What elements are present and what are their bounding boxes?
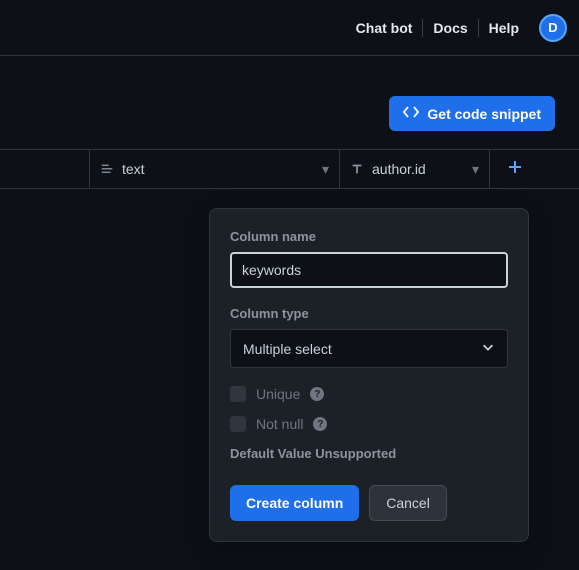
notnull-label: Not null bbox=[256, 416, 303, 432]
column-type-select[interactable]: Multiple select bbox=[230, 329, 508, 368]
column-name-input[interactable] bbox=[230, 252, 508, 288]
chevron-down-icon: ▾ bbox=[472, 161, 479, 178]
add-column-button[interactable] bbox=[489, 150, 539, 188]
toolbar: Get code snippet bbox=[0, 56, 579, 149]
cancel-button[interactable]: Cancel bbox=[369, 485, 447, 521]
chevron-down-icon bbox=[481, 340, 495, 357]
column-header-blank[interactable] bbox=[0, 150, 89, 188]
plus-icon bbox=[507, 159, 523, 180]
notnull-checkbox[interactable] bbox=[230, 416, 246, 432]
create-column-popover: Column name Column type Multiple select … bbox=[209, 208, 529, 542]
unique-checkbox[interactable] bbox=[230, 386, 246, 402]
column-header-text[interactable]: text ▾ bbox=[89, 150, 339, 188]
nav-help[interactable]: Help bbox=[479, 18, 529, 38]
text-type-icon bbox=[350, 162, 364, 176]
avatar[interactable]: D bbox=[539, 14, 567, 42]
column-name-label: Column name bbox=[230, 229, 508, 244]
help-icon[interactable]: ? bbox=[310, 387, 324, 401]
column-type-value: Multiple select bbox=[243, 341, 332, 357]
create-column-button[interactable]: Create column bbox=[230, 485, 359, 521]
column-headers: text ▾ author.id ▾ bbox=[0, 149, 579, 189]
column-header-label: author.id bbox=[372, 161, 426, 177]
get-code-snippet-button[interactable]: Get code snippet bbox=[389, 96, 555, 131]
column-type-label: Column type bbox=[230, 306, 508, 321]
top-nav: Chat bot Docs Help D bbox=[0, 0, 579, 56]
text-icon bbox=[100, 162, 114, 176]
nav-docs[interactable]: Docs bbox=[423, 18, 477, 38]
button-row: Create column Cancel bbox=[230, 485, 508, 521]
default-value-unsupported: Default Value Unsupported bbox=[230, 446, 508, 461]
chevron-down-icon: ▾ bbox=[322, 161, 329, 178]
help-icon[interactable]: ? bbox=[313, 417, 327, 431]
unique-label: Unique bbox=[256, 386, 300, 402]
unique-checkbox-row[interactable]: Unique ? bbox=[230, 386, 508, 402]
nav-chat-bot[interactable]: Chat bot bbox=[346, 18, 423, 38]
code-icon bbox=[403, 104, 419, 123]
column-header-label: text bbox=[122, 161, 145, 177]
get-code-snippet-label: Get code snippet bbox=[427, 106, 541, 122]
notnull-checkbox-row[interactable]: Not null ? bbox=[230, 416, 508, 432]
column-header-author-id[interactable]: author.id ▾ bbox=[339, 150, 489, 188]
